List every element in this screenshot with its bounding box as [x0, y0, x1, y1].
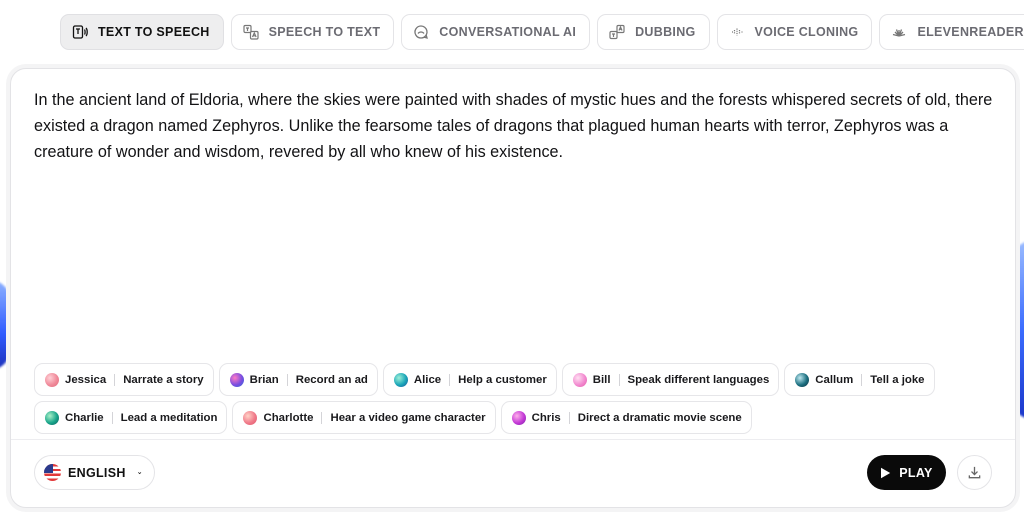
- voice-prompt: Direct a dramatic movie scene: [577, 411, 742, 424]
- voice-chip-jessica[interactable]: Jessica Narrate a story: [34, 363, 214, 396]
- footer-divider: [11, 439, 1015, 440]
- text-to-speech-panel: In the ancient land of Eldoria, where th…: [10, 68, 1016, 508]
- voice-chip-charlie[interactable]: Charlie Lead a meditation: [34, 401, 228, 434]
- us-flag-icon: [44, 464, 61, 481]
- play-icon: [881, 467, 891, 478]
- voice-prompt: Narrate a story: [123, 373, 204, 386]
- voice-name: Charlotte: [263, 411, 314, 424]
- product-tabs: TEXT TO SPEECH SPEECH TO TEXT CONVERSATI…: [60, 14, 1024, 50]
- voice-avatar: [511, 410, 526, 425]
- tab-text-to-speech[interactable]: TEXT TO SPEECH: [60, 14, 224, 50]
- voice-avatar: [572, 372, 587, 387]
- tab-label: VOICE CLONING: [754, 25, 859, 39]
- voice-avatar: [229, 372, 244, 387]
- play-label: PLAY: [899, 465, 933, 480]
- chip-divider: [114, 373, 116, 386]
- language-label: ENGLISH: [68, 465, 126, 480]
- tab-label: SPEECH TO TEXT: [268, 25, 381, 39]
- voice-suggestions: Jessica Narrate a story Brian Record an …: [34, 363, 994, 434]
- chip-divider: [111, 411, 113, 424]
- voice-prompt: Record an ad: [295, 373, 368, 386]
- tab-elevenreader[interactable]: ELEVENREADER: [879, 14, 1024, 50]
- voice-name: Bill: [592, 373, 611, 386]
- voice-chip-chris[interactable]: Chris Direct a dramatic movie scene: [500, 401, 752, 434]
- voice-name: Chris: [531, 411, 561, 424]
- voice-avatar: [45, 410, 59, 425]
- language-selector[interactable]: ENGLISH: [34, 455, 155, 490]
- tab-label: DUBBING: [635, 25, 696, 39]
- voice-name: Callum: [815, 373, 854, 386]
- play-button[interactable]: PLAY: [867, 455, 946, 490]
- voice-avatar: [45, 372, 59, 387]
- chip-divider: [321, 411, 323, 424]
- chip-divider: [568, 411, 570, 424]
- tab-label: TEXT TO SPEECH: [98, 25, 210, 39]
- voice-name: Brian: [249, 373, 279, 386]
- voice-chip-brian[interactable]: Brian Record an ad: [218, 363, 378, 396]
- voice-prompt: Tell a joke: [870, 373, 925, 386]
- voice-prompt: Speak different languages: [627, 373, 770, 386]
- chip-divider: [449, 373, 451, 386]
- decorative-blob-left: [0, 280, 10, 370]
- conversational-ai-icon: [412, 23, 430, 41]
- voice-name: Jessica: [65, 373, 107, 386]
- tab-dubbing[interactable]: DUBBING: [597, 14, 710, 50]
- voice-name: Alice: [413, 373, 442, 386]
- chip-divider: [286, 373, 288, 386]
- speech-to-text-icon: [242, 23, 260, 41]
- chevron-down-icon: [137, 471, 141, 474]
- text-to-speech-icon: [71, 23, 89, 41]
- tab-label: CONVERSATIONAL AI: [439, 25, 577, 39]
- voice-prompt: Lead a meditation: [120, 411, 218, 424]
- voice-prompt: Hear a video game character: [330, 411, 486, 424]
- voice-cloning-icon: [728, 23, 746, 41]
- voice-name: Charlie: [65, 411, 104, 424]
- text-editor[interactable]: In the ancient land of Eldoria, where th…: [34, 87, 994, 165]
- voice-chip-alice[interactable]: Alice Help a customer: [382, 363, 557, 396]
- download-button[interactable]: [957, 455, 992, 490]
- tab-voice-cloning[interactable]: VOICE CLONING: [716, 14, 873, 50]
- tab-label: ELEVENREADER: [917, 25, 1024, 39]
- tab-speech-to-text[interactable]: SPEECH TO TEXT: [230, 14, 395, 50]
- voice-chip-charlotte[interactable]: Charlotte Hear a video game character: [232, 401, 496, 434]
- tab-conversational-ai[interactable]: CONVERSATIONAL AI: [401, 14, 591, 50]
- chip-divider: [618, 373, 620, 386]
- voice-chip-callum[interactable]: Callum Tell a joke: [784, 363, 935, 396]
- elevenreader-icon: [890, 23, 908, 41]
- voice-avatar: [795, 372, 810, 387]
- voice-avatar: [393, 372, 408, 387]
- download-icon: [968, 466, 981, 479]
- voice-avatar: [243, 410, 258, 425]
- voice-prompt: Help a customer: [458, 373, 547, 386]
- chip-divider: [861, 373, 863, 386]
- voice-chip-bill[interactable]: Bill Speak different languages: [561, 363, 780, 396]
- dubbing-icon: [608, 23, 626, 41]
